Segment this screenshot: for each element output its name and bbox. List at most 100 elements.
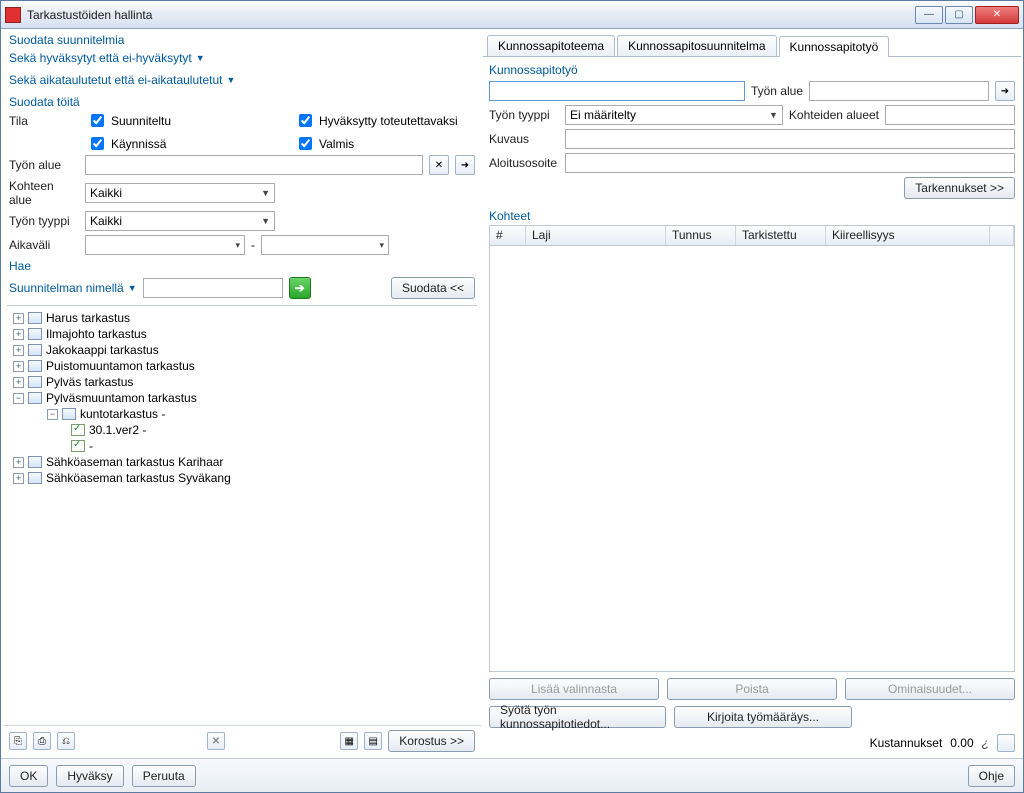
tool-icon[interactable]: ⎙ [33,732,51,750]
view-icon[interactable]: ▦ [340,732,358,750]
tree-item: +Sähköaseman tarkastus Karihaar [9,454,475,470]
map-pick-button[interactable]: ➜ [455,155,475,175]
tree-item: +Sähköaseman tarkastus Syväkang [9,470,475,486]
work-type-label: Työn tyyppi [9,214,79,228]
item-regions-label: Kohteiden alueet [789,108,879,122]
chevron-down-icon: ▼ [261,216,270,226]
expand-icon[interactable]: + [13,329,24,340]
chevron-down-icon: ▼ [261,188,270,198]
col-checked[interactable]: Tarkistettu [736,226,826,245]
col-urgency[interactable]: Kiireellisyys [826,226,990,245]
expand-icon[interactable]: + [13,457,24,468]
work-area-label2: Työn alue [751,84,803,98]
delete-icon[interactable]: ✕ [207,732,225,750]
clear-area-button[interactable]: ✕ [429,155,449,175]
window-title: Tarkastustöiden hallinta [27,8,913,22]
right-pane: Kunnossapitoteema Kunnossapitosuunnitelm… [483,31,1021,756]
interval-label: Aikaväli [9,238,79,252]
work-area-input2[interactable] [809,81,989,101]
state-accepted-checkbox[interactable]: Hyväksytty toteutettavaksi [295,111,475,130]
tab-work[interactable]: Kunnossapitotyö [779,36,890,57]
item-regions-input[interactable] [885,105,1015,125]
collapse-icon[interactable]: − [47,409,58,420]
tool-icon[interactable]: ⎘ [9,732,27,750]
help-button[interactable]: Ohje [968,765,1015,787]
tab-theme[interactable]: Kunnossapitoteema [487,35,615,56]
tool-icon[interactable]: ⎌ [57,732,75,750]
maximize-button[interactable]: ▢ [945,6,973,24]
work-type-label2: Työn tyyppi [489,108,559,122]
highlight-button[interactable]: Korostus >> [388,730,475,752]
filter-collapse-button[interactable]: Suodata << [391,277,475,299]
expand-icon[interactable]: + [13,345,24,356]
expand-icon[interactable]: + [13,313,24,324]
state-done-checkbox[interactable]: Valmis [295,134,475,153]
approval-filter-value: Sekä hyväksytyt että ei-hyväksytyt [9,51,192,65]
work-area-label: Työn alue [9,158,79,172]
tab-plan[interactable]: Kunnossapitosuunnitelma [617,35,776,56]
tree-item: 30.1.ver2 - [9,422,475,438]
check-icon [71,440,85,452]
minimize-button[interactable]: — [915,6,943,24]
col-spare [990,226,1014,245]
start-addr-input[interactable] [565,153,1015,173]
action-buttons: Lisää valinnasta Poista Ominaisuudet... … [483,672,1021,734]
interval-to-select[interactable]: ▾ [261,235,389,255]
close-button[interactable]: ✕ [975,6,1019,24]
folder-icon [62,408,76,420]
desc-label: Kuvaus [489,132,559,146]
chevron-down-icon: ▼ [226,75,235,85]
chevron-down-icon: ▾ [379,240,384,251]
table-body [490,246,1014,671]
remove-button[interactable]: Poista [667,678,837,700]
filter-plans-label: Suodata suunnitelmia [9,33,475,47]
search-by-select[interactable]: Suunnitelman nimellä ▼ [9,281,137,295]
folder-icon [28,360,42,372]
chevron-down-icon: ▾ [235,240,240,251]
work-name-input[interactable] [489,81,745,101]
approval-filter-select[interactable]: Sekä hyväksytyt että ei-hyväksytyt ▼ [9,51,475,65]
tree-item: −Pylväsmuuntamon tarkastus [9,390,475,406]
cost-label: Kustannukset [870,736,943,750]
tree-item: +Harus tarkastus [9,310,475,326]
work-type-select2[interactable]: Ei määritelty▼ [565,105,783,125]
write-order-button[interactable]: Kirjoita työmääräys... [674,706,851,728]
chevron-down-icon: ▼ [128,283,137,293]
search-input[interactable] [143,278,283,298]
col-type[interactable]: Laji [526,226,666,245]
tree-item: +Puistomuuntamon tarkastus [9,358,475,374]
expand-icon[interactable]: + [13,377,24,388]
collapse-icon[interactable]: − [13,393,24,404]
search-go-button[interactable]: ➔ [289,277,311,299]
map-pick-button2[interactable]: ➜ [995,81,1015,101]
expand-icon[interactable]: + [13,361,24,372]
currency-icon: ¿ [982,736,989,750]
work-type-select[interactable]: Kaikki▼ [85,211,275,231]
interval-from-select[interactable]: ▾ [85,235,245,255]
col-idx[interactable]: # [490,226,526,245]
item-area-select[interactable]: Kaikki▼ [85,183,275,203]
state-planned-checkbox[interactable]: Suunniteltu [87,111,287,130]
work-area-input[interactable] [85,155,423,175]
color-swatch-button[interactable] [997,734,1015,752]
view-icon[interactable]: ▤ [364,732,382,750]
approve-button[interactable]: Hyväksy [56,765,123,787]
title-bar: Tarkastustöiden hallinta — ▢ ✕ [1,1,1023,29]
start-addr-label: Aloitusosoite [489,156,559,170]
plan-tree[interactable]: +Harus tarkastus +Ilmajohto tarkastus +J… [7,305,477,725]
enter-maintenance-button[interactable]: Syötä työn kunnossapitotiedot... [489,706,666,728]
schedule-filter-select[interactable]: Sekä aikataulutetut että ei-aikataulutet… [9,73,475,87]
work-form: Kunnossapitotyö Työn alue ➜ Työn tyyppi … [483,57,1021,205]
col-code[interactable]: Tunnus [666,226,736,245]
items-table[interactable]: # Laji Tunnus Tarkistettu Kiireellisyys [489,225,1015,672]
details-button[interactable]: Tarkennukset >> [904,177,1015,199]
add-from-selection-button[interactable]: Lisää valinnasta [489,678,659,700]
cost-row: Kustannukset 0.00 ¿ [483,734,1021,756]
tab-bar: Kunnossapitoteema Kunnossapitosuunnitelm… [483,31,1021,57]
desc-input[interactable] [565,129,1015,149]
expand-icon[interactable]: + [13,473,24,484]
ok-button[interactable]: OK [9,765,48,787]
cancel-button[interactable]: Peruuta [132,765,196,787]
properties-button[interactable]: Ominaisuudet... [845,678,1015,700]
state-running-checkbox[interactable]: Käynnissä [87,134,287,153]
